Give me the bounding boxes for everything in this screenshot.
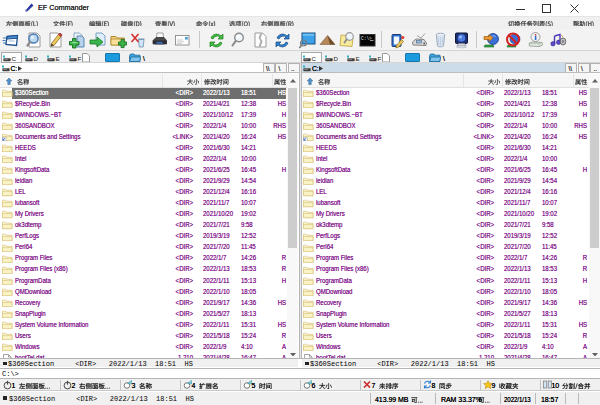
svg-text:C:\>: C:\> bbox=[361, 36, 372, 41]
